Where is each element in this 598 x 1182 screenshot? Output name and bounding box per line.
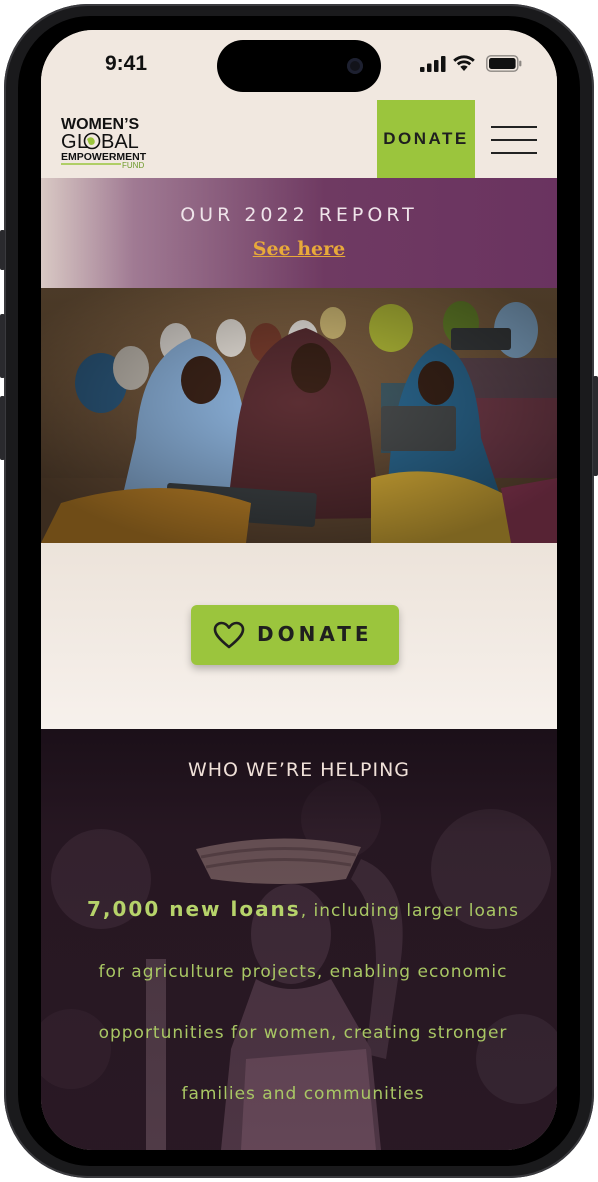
- camera-icon: [347, 58, 363, 74]
- hamburger-menu-icon[interactable]: [491, 124, 539, 156]
- donate-section: DONATE: [41, 543, 557, 729]
- power-button: [593, 376, 598, 476]
- donate-button-label: DONATE: [257, 622, 373, 646]
- signal-icon: [420, 56, 446, 72]
- battery-icon: [486, 55, 522, 72]
- phone-frame: 9:41 WOMEN’S GL BAL EMPOWERMENT FUND DON…: [0, 0, 598, 1182]
- wgef-logo[interactable]: WOMEN’S GL BAL EMPOWERMENT FUND: [59, 114, 157, 170]
- volume-down-button: [0, 396, 5, 460]
- wifi-icon: [453, 55, 475, 71]
- helping-title: WHO WE’RE HELPING: [187, 759, 411, 781]
- dynamic-island: [217, 40, 381, 92]
- svg-text:BAL: BAL: [101, 131, 139, 153]
- site-header: WOMEN’S GL BAL EMPOWERMENT FUND DONATE: [41, 100, 557, 178]
- who-were-helping-section: WHO WE’RE HELPING 7,000 new loans, inclu…: [41, 729, 557, 1150]
- header-donate-button[interactable]: DONATE: [377, 100, 475, 178]
- volume-up-button: [0, 314, 5, 378]
- screen: 9:41 WOMEN’S GL BAL EMPOWERMENT FUND DON…: [41, 30, 557, 1150]
- svg-text:FUND: FUND: [122, 161, 144, 170]
- loans-description: , including larger loans for agriculture…: [98, 901, 519, 1104]
- donate-button[interactable]: DONATE: [191, 605, 399, 665]
- loans-highlight: 7,000 new loans: [87, 897, 301, 921]
- action-button: [0, 230, 5, 270]
- status-time: 9:41: [105, 52, 148, 75]
- report-see-here-link[interactable]: See here: [41, 238, 557, 260]
- report-banner: OUR 2022 REPORT See here: [41, 178, 557, 288]
- heart-icon: [213, 621, 245, 649]
- status-bar: 9:41: [41, 30, 557, 100]
- helping-description: 7,000 new loans, including larger loans …: [83, 879, 523, 1125]
- report-title: OUR 2022 REPORT: [180, 204, 418, 226]
- classroom-photo: [41, 288, 557, 543]
